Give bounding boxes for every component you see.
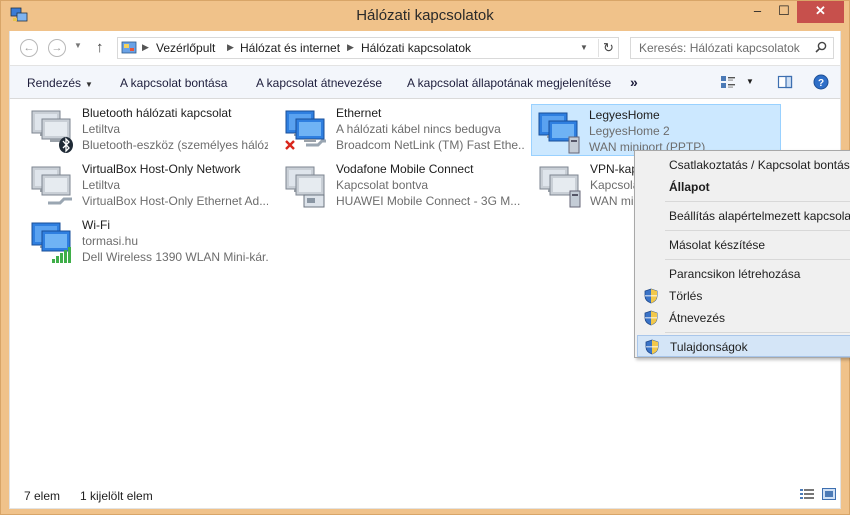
maximize-button[interactable]: ☐ (771, 1, 797, 23)
svg-text:?: ? (818, 78, 824, 89)
organize-button[interactable]: Rendezés ▼ (27, 76, 93, 90)
connection-status: Kapcsolat bontva (336, 178, 429, 192)
preview-pane-icon[interactable] (777, 74, 793, 90)
minimize-button[interactable]: – (744, 1, 771, 23)
address-bar[interactable]: ▶ Vezérlőpult ▶ Hálózat és internet ▶ Há… (117, 37, 619, 59)
vpn-connection-icon (538, 112, 580, 154)
back-button[interactable]: ← (20, 39, 38, 57)
breadcrumb-separator-icon[interactable]: ▶ (227, 42, 234, 53)
connection-status: A hálózati kábel nincs bedugva (336, 122, 501, 136)
connection-item-wifi[interactable]: Wi-Fi tormasi.hu Dell Wireless 1390 WLAN… (20, 215, 268, 269)
menu-item-delete[interactable]: Törlés (637, 285, 850, 307)
connection-device: HUAWEI Mobile Connect - 3G M... (336, 194, 521, 208)
menu-item-connect-disconnect[interactable]: Csatlakoztatás / Kapcsolat bontása (637, 154, 850, 176)
window-title: Hálózati kapcsolatok (356, 7, 494, 24)
organize-label: Rendezés (27, 76, 82, 90)
connection-device: Bluetooth-eszköz (személyes hálózat) (82, 138, 268, 152)
address-row: ← → ▼ ↑ ▶ Vezérlőpult ▶ Hálózat és inter… (9, 31, 841, 65)
help-icon[interactable]: ? (813, 74, 829, 90)
search-input[interactable]: Keresés: Hálózati kapcsolatok (630, 37, 834, 59)
connection-item-ethernet[interactable]: Ethernet A hálózati kábel nincs bedugva … (274, 103, 524, 157)
title-bar[interactable]: Hálózati kapcsolatok – ☐ ✕ (1, 1, 849, 31)
uac-shield-icon (644, 310, 658, 326)
connection-status: Letiltva (82, 122, 121, 136)
uac-shield-icon (644, 288, 658, 304)
connection-item-vodafone[interactable]: Vodafone Mobile Connect Kapcsolat bontva… (274, 159, 524, 213)
up-button[interactable]: ↑ (96, 39, 104, 56)
uac-shield-icon (645, 339, 659, 355)
connection-name: VPN-kapcsolat (590, 162, 636, 176)
connection-status: Kapcsolat bontva (590, 178, 636, 192)
menu-item-properties[interactable]: Tulajdonságok (637, 335, 850, 357)
view-status-button[interactable]: A kapcsolat állapotának megjelenítése (407, 76, 611, 90)
more-commands-button[interactable]: » (630, 74, 638, 90)
address-history-chevron-icon[interactable]: ▼ (580, 43, 588, 52)
disconnect-button[interactable]: A kapcsolat bontása (120, 76, 227, 90)
connection-device: VirtualBox Host-Only Ethernet Ad... (82, 194, 268, 208)
breadcrumb-separator-icon[interactable]: ▶ (347, 42, 354, 53)
menu-item-create-shortcut[interactable]: Parancsikon létrehozása (637, 263, 850, 285)
control-panel-icon (121, 41, 137, 54)
forward-button[interactable]: → (48, 39, 66, 57)
breadcrumb-network-connections[interactable]: Hálózati kapcsolatok (361, 41, 471, 55)
connection-status: Letiltva (82, 178, 121, 192)
menu-separator (665, 259, 850, 260)
ethernet-adapter-icon (31, 166, 72, 205)
vpn-connection-icon (539, 166, 581, 208)
connection-item-vpn[interactable]: VPN-kapcsolat Kapcsolat bontva WAN minip… (528, 159, 636, 213)
connection-status: LegyesHome 2 (589, 124, 670, 138)
connection-name: LegyesHome (589, 108, 660, 122)
connection-name: Bluetooth hálózati kapcsolat (82, 106, 232, 120)
status-bar: 7 elem 1 kijelölt elem (9, 475, 841, 509)
menu-item-set-default[interactable]: Beállítás alapértelmezett kapcsolatként (637, 205, 850, 227)
breadcrumb-network-internet[interactable]: Hálózat és internet (240, 41, 340, 55)
bluetooth-network-icon (31, 110, 73, 153)
connection-device: WAN miniport (PPTP) (590, 194, 636, 208)
search-icon[interactable] (815, 41, 827, 53)
connection-status: tormasi.hu (82, 234, 139, 248)
large-icons-view-icon[interactable] (822, 488, 836, 500)
connection-name: Ethernet (336, 106, 382, 120)
menu-separator (665, 230, 850, 231)
rename-connection-button[interactable]: A kapcsolat átnevezése (256, 76, 382, 90)
menu-item-rename[interactable]: Átnevezés (637, 307, 850, 329)
ethernet-disconnected-icon (285, 110, 326, 150)
item-count: 7 elem (24, 489, 61, 503)
search-placeholder: Keresés: Hálózati kapcsolatok (639, 41, 800, 55)
connection-name: Wi-Fi (82, 218, 110, 232)
connection-device: Dell Wireless 1390 WLAN Mini-kár... (82, 250, 268, 264)
recent-locations-chevron-icon[interactable]: ▼ (74, 41, 82, 50)
connection-name: VirtualBox Host-Only Network (82, 162, 241, 176)
chevron-down-icon: ▼ (85, 80, 93, 89)
connection-device: Broadcom NetLink (TM) Fast Ethe... (336, 138, 524, 152)
breadcrumb-separator-icon: ▶ (142, 42, 149, 52)
change-view-icon[interactable] (720, 74, 736, 90)
context-menu: Csatlakoztatás / Kapcsolat bontása Állap… (634, 150, 850, 358)
command-bar: Rendezés ▼ A kapcsolat bontása A kapcsola… (9, 65, 841, 99)
refresh-icon[interactable]: ↻ (598, 39, 618, 57)
connection-name: Vodafone Mobile Connect (336, 162, 474, 176)
selected-count: 1 kijelölt elem (80, 489, 153, 503)
breadcrumb-control-panel[interactable]: Vezérlőpult (156, 41, 215, 55)
menu-item-status[interactable]: Állapot (637, 176, 850, 198)
menu-separator (665, 332, 850, 333)
modem-connection-icon (285, 166, 325, 208)
connection-item-legyeshome[interactable]: LegyesHome LegyesHome 2 WAN miniport (PP… (531, 104, 781, 156)
menu-separator (665, 201, 850, 202)
view-options-chevron-icon[interactable]: ▼ (746, 77, 754, 86)
details-view-icon[interactable] (800, 488, 814, 500)
close-button[interactable]: ✕ (797, 1, 844, 23)
connection-item-virtualbox[interactable]: VirtualBox Host-Only Network Letiltva Vi… (20, 159, 268, 213)
wifi-signal-icon (31, 222, 71, 263)
connection-item-bluetooth[interactable]: Bluetooth hálózati kapcsolat Letiltva Bl… (20, 103, 268, 157)
menu-item-copy[interactable]: Másolat készítése (637, 234, 850, 256)
